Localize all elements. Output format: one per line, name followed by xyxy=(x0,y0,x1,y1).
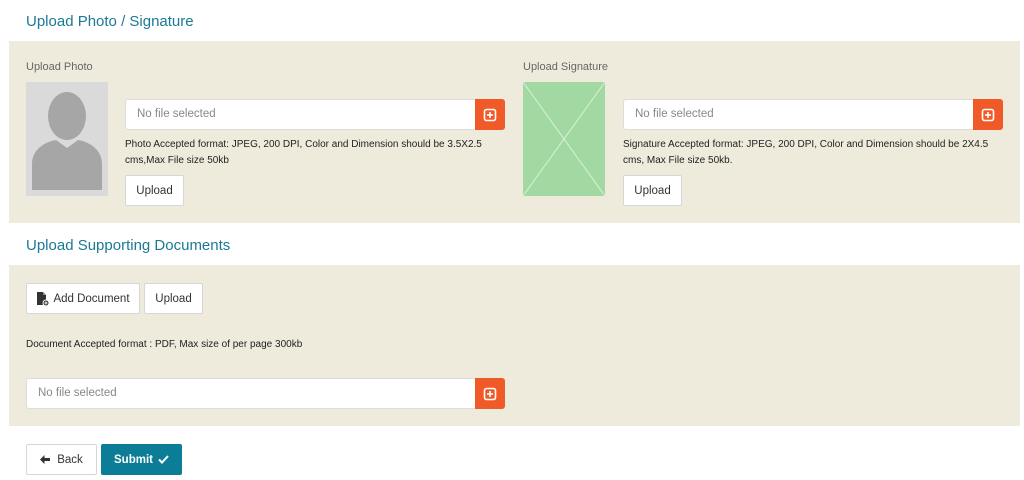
submit-button[interactable]: Submit xyxy=(101,444,182,475)
submit-label: Submit xyxy=(114,453,153,466)
documents-upload-button[interactable]: Upload xyxy=(144,283,203,314)
upload-signature-label: Upload Signature xyxy=(523,61,609,73)
crosshair-upload-icon xyxy=(981,108,995,121)
add-document-label: Add Document xyxy=(53,292,130,305)
document-browse-button[interactable] xyxy=(475,378,505,409)
file-add-icon xyxy=(37,291,50,306)
arrow-left-icon xyxy=(40,455,51,464)
supporting-documents-section-title: Upload Supporting Documents xyxy=(26,237,231,254)
signature-preview xyxy=(522,81,606,197)
photo-signature-panel: Upload Photo No file selected Photo Acce… xyxy=(9,41,1020,223)
photo-file-input[interactable]: No file selected xyxy=(125,99,476,130)
crosshair-upload-icon xyxy=(483,108,497,121)
document-format-note: Document Accepted format : PDF, Max size… xyxy=(26,339,303,350)
upload-photo-label: Upload Photo xyxy=(26,61,93,73)
signature-browse-button[interactable] xyxy=(973,99,1003,130)
add-document-button[interactable]: Add Document xyxy=(26,283,140,314)
signature-format-note: Signature Accepted format: JPEG, 200 DPI… xyxy=(623,139,989,166)
photo-browse-button[interactable] xyxy=(475,99,505,130)
photo-upload-button[interactable]: Upload xyxy=(125,175,184,206)
check-icon xyxy=(158,455,169,464)
signature-file-input[interactable]: No file selected xyxy=(623,99,974,130)
photo-format-note: Photo Accepted format: JPEG, 200 DPI, Co… xyxy=(125,139,482,166)
user-silhouette-icon xyxy=(32,92,102,190)
photo-preview xyxy=(26,82,108,196)
back-label: Back xyxy=(57,453,83,466)
signature-upload-button[interactable]: Upload xyxy=(623,175,682,206)
back-button[interactable]: Back xyxy=(26,444,97,475)
photo-signature-section-title: Upload Photo / Signature xyxy=(26,13,194,30)
supporting-documents-panel: Add Document Upload Document Accepted fo… xyxy=(9,265,1020,426)
image-placeholder-icon xyxy=(522,81,606,197)
crosshair-upload-icon xyxy=(483,387,497,400)
document-file-input[interactable]: No file selected xyxy=(26,378,476,409)
